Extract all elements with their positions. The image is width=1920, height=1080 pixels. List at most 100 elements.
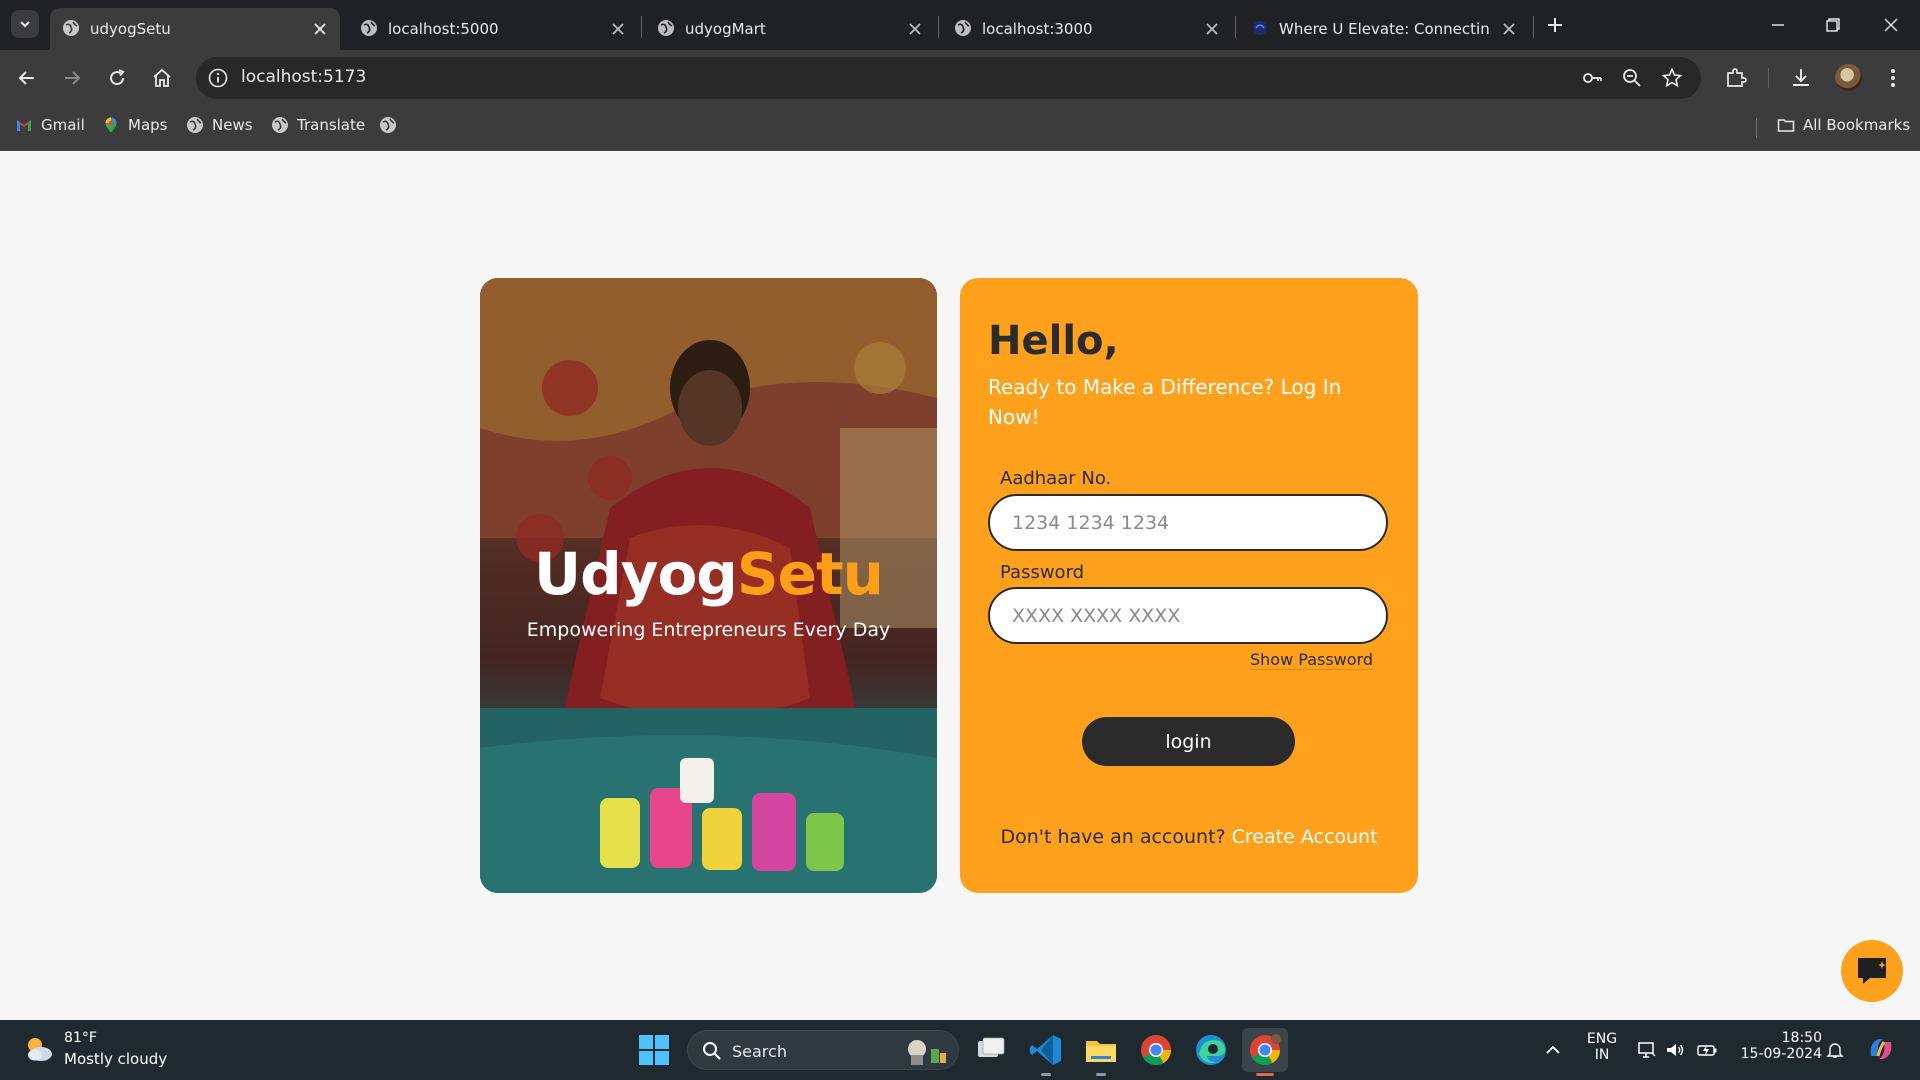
search-icon [703, 1042, 721, 1060]
bookmark-star-icon[interactable] [1661, 67, 1683, 89]
minimize-icon[interactable] [1765, 12, 1791, 38]
folder-icon [1777, 119, 1795, 132]
bookmark-unnamed[interactable] [379, 116, 397, 134]
extensions-puzzle-icon[interactable] [1723, 65, 1749, 91]
profile-avatar[interactable] [1835, 64, 1862, 91]
tab-localhost-5000[interactable]: localhost:5000 [348, 8, 638, 50]
new-tab-plus-icon[interactable] [1543, 13, 1567, 37]
password-label: Password [1000, 562, 1085, 583]
page-content: UdyogSetu Empowering Entrepreneurs Every… [0, 151, 1920, 1020]
tab-localhost-3000[interactable]: localhost:3000 [942, 8, 1232, 50]
windows-start-icon[interactable] [636, 1032, 672, 1068]
network-icon[interactable] [1637, 1041, 1657, 1059]
bookmark-translate[interactable]: Translate [271, 116, 365, 134]
bookmark-label: Maps [128, 116, 168, 134]
chrome-icon [1250, 1034, 1281, 1066]
clock[interactable]: 18:50 15-09-2024 [1732, 1030, 1822, 1062]
region-code: IN [1594, 1047, 1610, 1063]
tab-separator [938, 16, 939, 38]
aadhaar-input[interactable] [988, 494, 1388, 551]
password-key-icon[interactable] [1581, 67, 1603, 89]
close-icon[interactable] [907, 21, 923, 37]
more-menu-icon[interactable] [1880, 65, 1906, 91]
aadhaar-label: Aadhaar No. [1000, 468, 1112, 489]
address-bar[interactable]: localhost:5173 [196, 57, 1701, 99]
taskbar-search[interactable]: Search [687, 1030, 959, 1070]
chat-bot-button[interactable] [1841, 940, 1903, 1002]
tab-separator [1533, 16, 1534, 38]
tab-title: localhost:3000 [982, 20, 1093, 38]
globe-icon [187, 117, 203, 133]
bookmark-label: News [212, 116, 253, 134]
gmail-icon [17, 120, 31, 131]
all-bookmarks-button[interactable]: All Bookmarks [1777, 116, 1910, 134]
task-view-icon[interactable] [973, 1032, 1009, 1068]
bookmark-news[interactable]: News [186, 116, 253, 134]
notification-bell-icon[interactable] [1825, 1041, 1845, 1059]
file-explorer-icon[interactable] [1083, 1032, 1119, 1068]
weather-temperature[interactable]: 81°F [64, 1030, 97, 1046]
globe-icon [272, 117, 288, 133]
close-window-icon[interactable] [1878, 12, 1904, 38]
volume-icon[interactable] [1665, 1041, 1685, 1059]
tab-separator [1235, 16, 1236, 38]
search-highlight-icon [908, 1040, 946, 1065]
globe-icon [955, 20, 971, 36]
bookmark-label: Gmail [41, 116, 85, 134]
globe-icon [380, 117, 396, 133]
download-icon[interactable] [1788, 65, 1814, 91]
close-icon[interactable] [1501, 21, 1517, 37]
brand-logo-text: UdyogSetu [480, 540, 937, 608]
site-info-icon[interactable] [207, 67, 229, 89]
reload-icon[interactable] [105, 66, 129, 90]
password-input[interactable] [988, 587, 1388, 644]
bookmarks-bar: Gmail Maps News Translate All Bookmarks [0, 106, 1920, 151]
weather-description[interactable]: Mostly cloudy [64, 1050, 167, 1068]
bookmark-maps[interactable]: Maps [102, 116, 167, 134]
restore-icon[interactable] [1820, 12, 1846, 38]
tab-udyogmart[interactable]: udyogMart [645, 8, 935, 50]
browser-tabstrip: udyogSetu localhost:5000 udyogMart local… [0, 0, 1920, 50]
tab-search-button[interactable] [11, 10, 39, 38]
tab-separator [641, 16, 642, 38]
vscode-icon[interactable] [1028, 1032, 1064, 1068]
close-icon[interactable] [1204, 21, 1220, 37]
running-indicator [1096, 1073, 1106, 1076]
search-label: Search [732, 1042, 787, 1061]
back-arrow-icon[interactable] [15, 66, 39, 90]
zoom-icon[interactable] [1621, 67, 1643, 89]
tab-where-u-elevate[interactable]: Where U Elevate: Connecting ne [1239, 8, 1529, 50]
close-icon[interactable] [610, 21, 626, 37]
globe-icon [63, 20, 79, 36]
chevron-up-icon[interactable] [1543, 1041, 1563, 1059]
chrome-profile-app[interactable] [1242, 1028, 1288, 1072]
chat-icon [1858, 958, 1886, 984]
edge-icon[interactable] [1193, 1032, 1229, 1068]
language-code: ENG [1586, 1031, 1618, 1047]
tab-title: udyogSetu [90, 20, 171, 38]
chevron-down-icon [20, 21, 30, 28]
clock-time: 18:50 [1781, 1030, 1822, 1046]
signup-prompt: Don't have an account? Create Account [960, 826, 1418, 848]
running-indicator [1041, 1073, 1051, 1076]
chrome-icon[interactable] [1138, 1032, 1174, 1068]
forward-arrow-icon[interactable] [60, 66, 84, 90]
all-bookmarks-label: All Bookmarks [1803, 116, 1911, 134]
copilot-icon[interactable] [1866, 1034, 1896, 1064]
home-icon[interactable] [150, 66, 174, 90]
active-app-indicator [1256, 1073, 1274, 1076]
create-account-link[interactable]: Create Account [1232, 826, 1378, 848]
battery-charging-icon[interactable] [1697, 1041, 1717, 1059]
brand-part-setu: Setu [736, 540, 884, 608]
bookmark-gmail[interactable]: Gmail [15, 116, 85, 134]
tab-udyogsetu[interactable]: udyogSetu [50, 8, 340, 50]
language-indicator[interactable]: ENG IN [1580, 1031, 1624, 1063]
show-password-button[interactable]: Show Password [1250, 650, 1373, 670]
toolbar-separator [1768, 68, 1769, 88]
bookmarks-separator [1756, 118, 1757, 138]
partly-cloudy-icon[interactable] [22, 1032, 56, 1066]
login-button[interactable]: login [1082, 717, 1295, 766]
close-icon[interactable] [312, 21, 328, 37]
site-logo-icon [1253, 21, 1267, 35]
url-text[interactable]: localhost:5173 [241, 67, 366, 87]
